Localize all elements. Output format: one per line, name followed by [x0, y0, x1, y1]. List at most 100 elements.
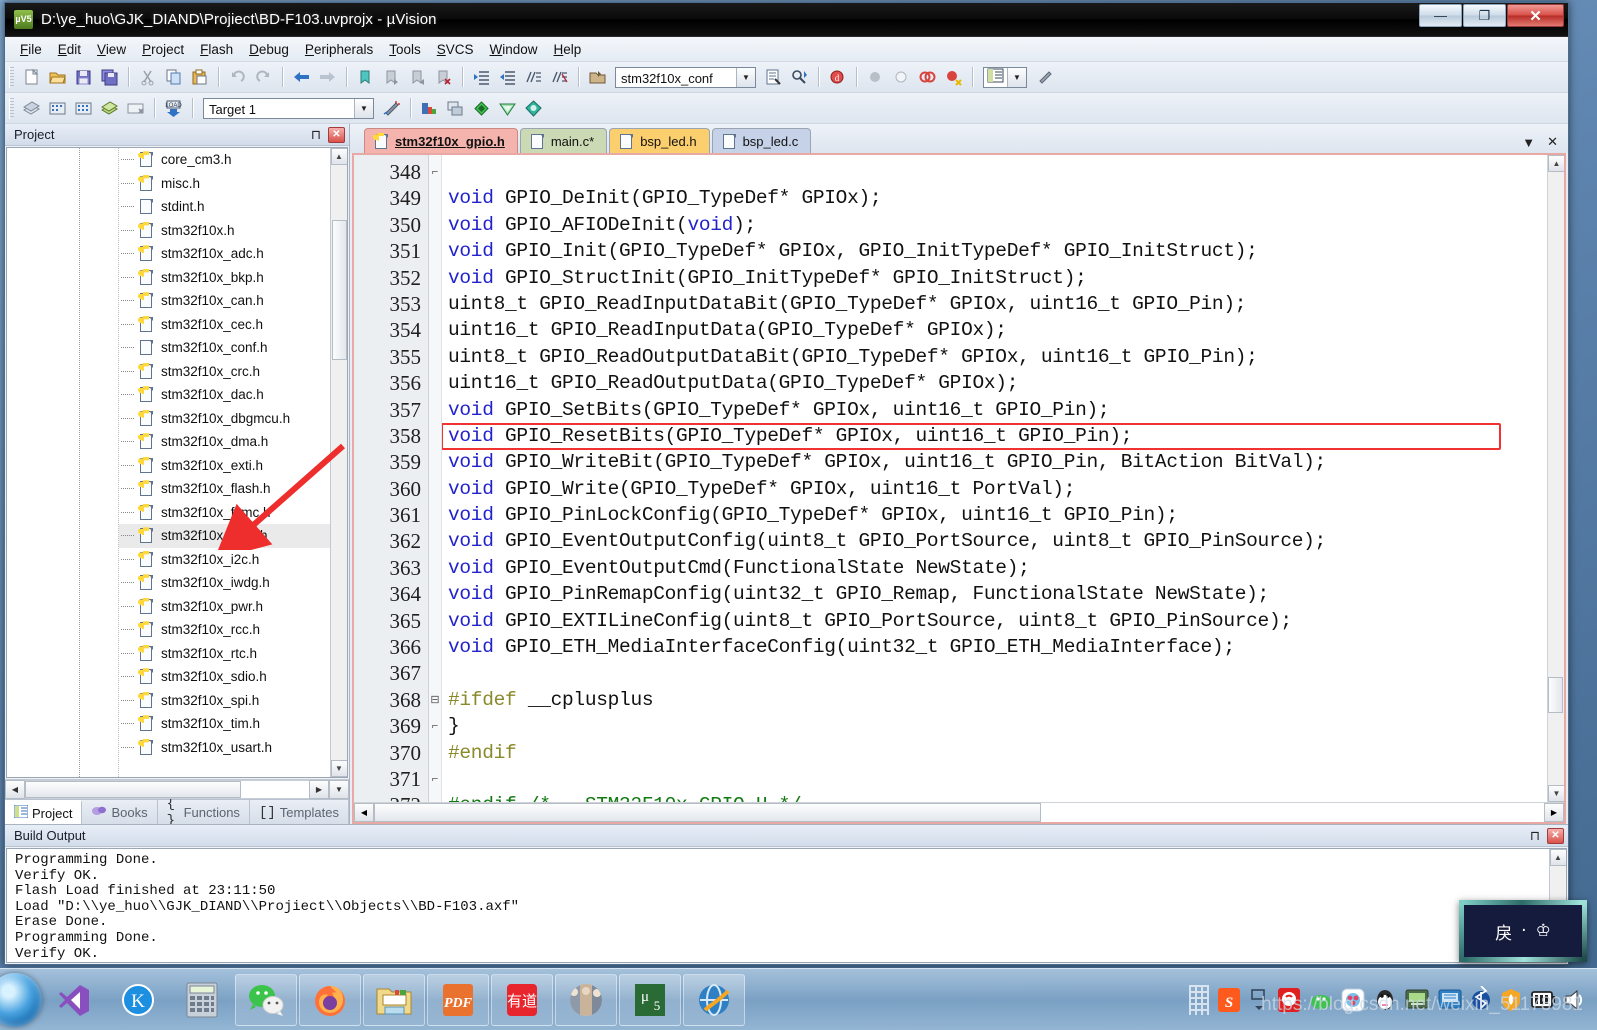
redo-icon[interactable]: [252, 66, 275, 89]
code-line-355[interactable]: uint8_t GPIO_ReadOutputDataBit(GPIO_Type…: [448, 344, 1547, 370]
code-line-368[interactable]: #ifdef __cplusplus: [448, 687, 1547, 713]
minimize-button[interactable]: —: [1419, 4, 1462, 27]
toolbar-grip[interactable]: [9, 66, 14, 88]
youdao-dict-icon[interactable]: 有道: [491, 973, 553, 1026]
pack-installer-icon[interactable]: [496, 97, 519, 120]
code-scrollbar[interactable]: ▲ ▼: [1547, 155, 1564, 802]
pane-tab-functions[interactable]: { } Functions: [158, 796, 250, 829]
pane-tab-templates[interactable]: [] Templates: [250, 800, 349, 824]
bookmark-prev-icon[interactable]: [380, 66, 403, 89]
fold-marker[interactable]: ⌐: [429, 713, 441, 739]
tree-item-stm32f10x_tim-h[interactable]: stm32f10x_tim.h: [119, 712, 330, 736]
editor-tab-close-icon[interactable]: ✕: [1547, 134, 1558, 150]
fold-marker[interactable]: ⌐: [429, 159, 441, 185]
code-hscroll-track[interactable]: [374, 803, 1544, 822]
manage-runtime-icon[interactable]: [444, 97, 467, 120]
code-line-361[interactable]: void GPIO_PinLockConfig(GPIO_TypeDef* GP…: [448, 502, 1547, 528]
build-output-body[interactable]: Programming Done. Verify OK. Flash Load fi…: [6, 848, 1567, 963]
hscroll-right-icon[interactable]: ▶: [309, 780, 329, 799]
save-icon[interactable]: [72, 66, 95, 89]
code-line-365[interactable]: void GPIO_EXTILineConfig(uint8_t GPIO_Po…: [448, 608, 1547, 634]
tree-item-stm32f10x_rtc-h[interactable]: stm32f10x_rtc.h: [119, 642, 330, 666]
code-line-348[interactable]: [448, 159, 1547, 185]
code-line-367[interactable]: [448, 660, 1547, 686]
chevron-down-icon[interactable]: ▼: [736, 67, 755, 87]
code-hscrollbar[interactable]: ◀ ▶: [354, 802, 1564, 822]
tree-item-stm32f10x_bkp-h[interactable]: stm32f10x_bkp.h: [119, 266, 330, 290]
tree-item-stm32f10x_flash-h[interactable]: stm32f10x_flash.h: [119, 477, 330, 501]
code-fold-column[interactable]: ⌐ ⊟ ⌐ ⌐: [429, 155, 442, 802]
code-body[interactable]: 348 349 350 351 352 353 354 355 356 357 358 359 360 3…: [354, 155, 1564, 802]
hscroll-thumb[interactable]: [25, 781, 241, 798]
incremental-find-icon[interactable]: [788, 66, 811, 89]
tree-item-stm32f10x_rcc-h[interactable]: stm32f10x_rcc.h: [119, 618, 330, 642]
keil-uvision-icon[interactable]: K: [107, 974, 169, 1026]
wechat-icon[interactable]: [235, 973, 297, 1026]
calculator-icon[interactable]: [171, 974, 233, 1026]
project-tree[interactable]: core_cm3.h misc.h stdint.h stm32f10x.h stm32…: [6, 147, 348, 778]
menu-item-window[interactable]: Window: [483, 40, 545, 59]
tree-item-stdint-h[interactable]: stdint.h: [119, 195, 330, 219]
tree-item-stm32f10x_spi-h[interactable]: stm32f10x_spi.h: [119, 689, 330, 713]
hscroll-track[interactable]: [25, 780, 309, 799]
sogou-input-icon[interactable]: S: [1216, 986, 1242, 1014]
uncomment-icon[interactable]: [548, 66, 571, 89]
code-line-357[interactable]: void GPIO_SetBits(GPIO_TypeDef* GPIOx, u…: [448, 397, 1547, 423]
code-line-351[interactable]: void GPIO_Init(GPIO_TypeDef* GPIOx, GPIO…: [448, 238, 1547, 264]
tree-item-stm32f10x_iwdg-h[interactable]: stm32f10x_iwdg.h: [119, 571, 330, 595]
target-options-icon[interactable]: [380, 97, 403, 120]
menu-item-project[interactable]: Project: [135, 40, 191, 59]
window-layout-combo[interactable]: ▼: [983, 66, 1027, 88]
firefox-icon[interactable]: [299, 973, 361, 1026]
game-overlay-widget[interactable]: 戾 · ♔: [1459, 900, 1587, 962]
build-scroll-up-icon[interactable]: ▲: [1549, 849, 1566, 866]
tray-overflow-icon[interactable]: [1189, 984, 1209, 1015]
tree-item-stm32f10x_conf-h[interactable]: stm32f10x_conf.h: [119, 336, 330, 360]
fold-marker[interactable]: ⌐: [429, 766, 441, 792]
code-line-362[interactable]: void GPIO_EventOutputConfig(uint8_t GPIO…: [448, 528, 1547, 554]
tree-item-stm32f10x_exti-h[interactable]: stm32f10x_exti.h: [119, 454, 330, 478]
code-line-358[interactable]: void GPIO_ResetBits(GPIO_TypeDef* GPIOx,…: [448, 423, 1547, 449]
code-scroll-down-icon[interactable]: ▼: [1548, 785, 1564, 802]
code-line-359[interactable]: void GPIO_WriteBit(GPIO_TypeDef* GPIOx, …: [448, 449, 1547, 475]
breakpoint-icon[interactable]: [864, 66, 887, 89]
hscroll-down-icon[interactable]: ▼: [329, 780, 349, 799]
open-file-icon[interactable]: [586, 66, 609, 89]
scroll-down-icon[interactable]: ▼: [330, 760, 347, 777]
copy-icon[interactable]: [162, 66, 185, 89]
pin-icon[interactable]: ⊓: [308, 127, 324, 143]
tree-item-stm32f10x_cec-h[interactable]: stm32f10x_cec.h: [119, 313, 330, 337]
breakpoint-killall-icon[interactable]: [942, 66, 965, 89]
tree-item-stm32f10x-h[interactable]: stm32f10x.h: [119, 219, 330, 243]
download-icon[interactable]: LOAD: [162, 97, 185, 120]
code-scroll-thumb[interactable]: [1548, 677, 1563, 713]
code-line-353[interactable]: uint8_t GPIO_ReadInputDataBit(GPIO_TypeD…: [448, 291, 1547, 317]
start-button[interactable]: [0, 972, 42, 1027]
code-hscroll-thumb[interactable]: [374, 803, 1041, 822]
multi-project-icon[interactable]: [470, 97, 493, 120]
code-line-363[interactable]: void GPIO_EventOutputCmd(FunctionalState…: [448, 555, 1547, 581]
keil-uvision5-icon[interactable]: μ5: [619, 973, 681, 1026]
configure-icon[interactable]: [1033, 66, 1056, 89]
tree-item-stm32f10x_gpio-h[interactable]: stm32f10x_gpio.h: [119, 524, 330, 548]
breakpoint-disable-icon[interactable]: [890, 66, 913, 89]
build-icon[interactable]: [46, 97, 69, 120]
navigate-forward-icon[interactable]: [316, 66, 339, 89]
batch-build-icon[interactable]: [98, 97, 121, 120]
menu-item-peripherals[interactable]: Peripherals: [298, 40, 380, 59]
tree-item-stm32f10x_usart-h[interactable]: stm32f10x_usart.h: [119, 736, 330, 760]
new-file-icon[interactable]: [20, 66, 43, 89]
code-text[interactable]: void GPIO_DeInit(GPIO_TypeDef* GPIOx); vo…: [442, 155, 1547, 802]
code-line-356[interactable]: uint16_t GPIO_ReadOutputData(GPIO_TypeDe…: [448, 370, 1547, 396]
tree-item-stm32f10x_i2c-h[interactable]: stm32f10x_i2c.h: [119, 548, 330, 572]
comment-icon[interactable]: [522, 66, 545, 89]
tree-item-stm32f10x_crc-h[interactable]: stm32f10x_crc.h: [119, 360, 330, 384]
tree-item-stm32f10x_dma-h[interactable]: stm32f10x_dma.h: [119, 430, 330, 454]
bookmark-toggle-icon[interactable]: [354, 66, 377, 89]
translate-icon[interactable]: [20, 97, 43, 120]
menu-item-file[interactable]: File: [13, 40, 49, 59]
tree-item-stm32f10x_sdio-h[interactable]: stm32f10x_sdio.h: [119, 665, 330, 689]
menu-item-view[interactable]: View: [90, 40, 133, 59]
scroll-thumb[interactable]: [331, 220, 347, 360]
visual-studio-icon[interactable]: [43, 974, 105, 1026]
